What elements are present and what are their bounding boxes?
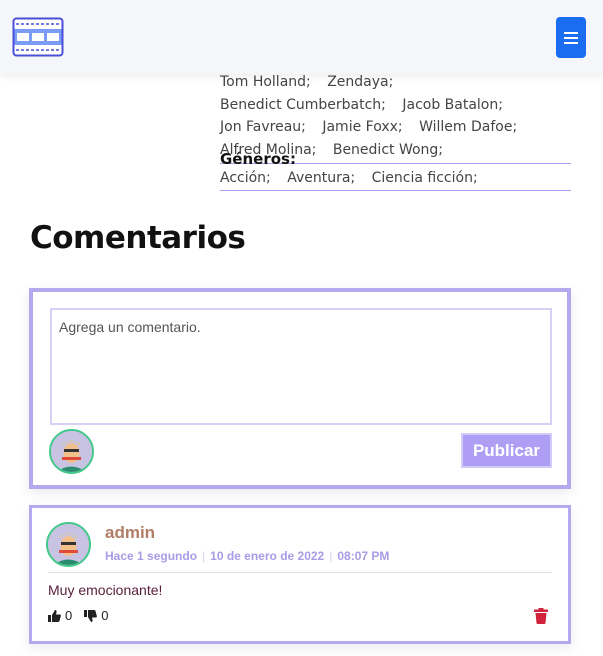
cast-member: Willem Dafoe; [419,119,518,135]
publish-button[interactable]: Publicar [461,433,552,468]
comment-input[interactable] [50,308,552,425]
thumbs-down-icon[interactable] [84,609,98,622]
genres-title: Géneros: [220,150,296,168]
avatar [46,522,91,567]
genres-list: Acción; Aventura; Ciencia ficción; [220,169,571,191]
comment-card: admin Hace 1 segundo | 10 de enero de 2022… [29,505,571,644]
dislike-count: 0 [101,608,109,623]
comment-text: Muy emocionante! [48,582,163,598]
thumbs-up-icon[interactable] [48,609,61,622]
genre-item: Ciencia ficción; [371,170,478,186]
navbar [0,0,603,74]
cast-member: Zendaya; [327,74,394,90]
cast-member: Jacob Batalon; [402,96,503,113]
comment-author[interactable]: admin [105,523,155,543]
cast-member: Benedict Wong; [332,141,444,158]
hamburger-menu-icon [564,31,578,44]
user-avatar-icon [51,431,92,472]
comment-meta: Hace 1 segundo | 10 de enero de 2022 | 08:07… [105,549,390,563]
cast-member: Tom Holland; [220,74,311,90]
comment-time: 08:07 PM [337,549,390,563]
cast-member: Jamie Foxx; [322,119,403,135]
comments-title: Comentarios [30,220,246,256]
film-strip-icon[interactable] [12,17,64,57]
menu-button[interactable] [556,17,586,58]
cast-member: Jon Favreau; [220,119,306,135]
avatar [49,429,94,474]
user-avatar-icon [48,524,89,565]
comment-form: Publicar [29,288,571,489]
like-count: 0 [65,608,73,623]
genre-item: Acción; [220,170,271,186]
comment-reactions: 0 0 [48,608,120,623]
divider [48,572,552,573]
comment-date: 10 de enero de 2022 [210,549,325,563]
comment-relative-time: Hace 1 segundo [105,549,198,563]
trash-icon[interactable] [534,608,548,624]
genre-item: Aventura; [287,170,356,186]
cast-member: Benedict Cumberbatch; [220,96,386,113]
